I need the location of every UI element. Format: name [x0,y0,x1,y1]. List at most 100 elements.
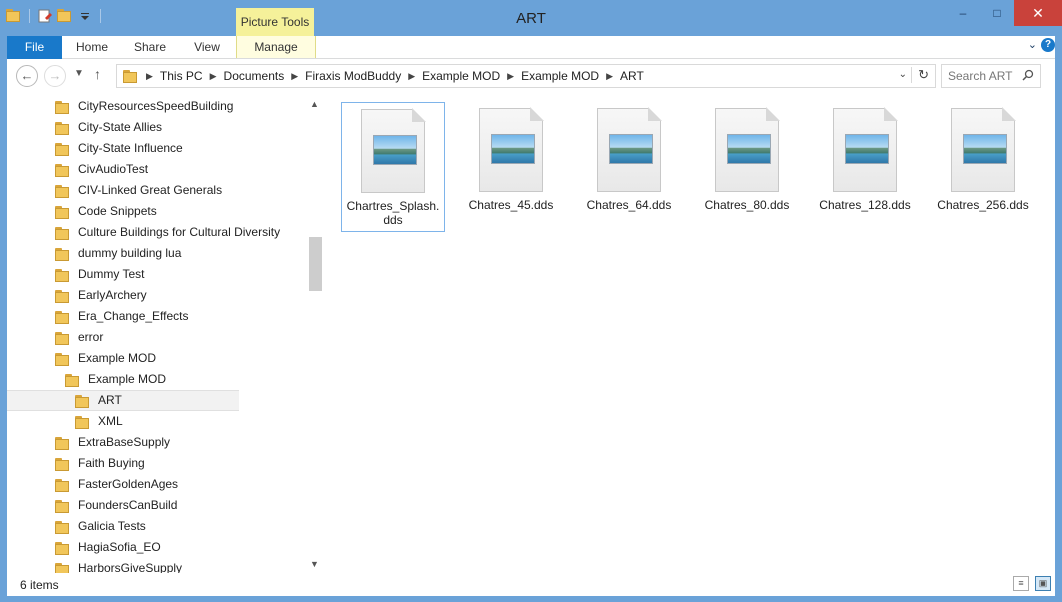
image-file-icon [597,107,662,192]
tree-item[interactable]: Example MOD [7,348,307,369]
refresh-icon[interactable]: ↻ [911,67,929,83]
breadcrumb-item[interactable]: Documents [224,69,285,83]
tree-item-label: Example MOD [78,351,157,365]
up-button[interactable]: ↑ [94,66,101,82]
tree-item[interactable]: City-State Influence [7,138,307,159]
large-icons-view-icon[interactable]: ▣ [1035,576,1051,591]
tree-item[interactable]: dummy building lua [7,243,307,264]
chevron-right-icon[interactable]: ▶ [210,71,217,82]
breadcrumb-item[interactable]: This PC [160,69,203,83]
expand-ribbon-icon[interactable]: ⌄ [1028,38,1037,52]
tree-item[interactable]: Galicia Tests [7,516,307,537]
chevron-right-icon[interactable]: ▶ [146,71,153,82]
back-button[interactable]: ← [16,65,38,87]
breadcrumb: ▶ This PC ▶ Documents ▶ Firaxis ModBuddy… [143,69,648,83]
page-corner [884,107,898,121]
folder-icon [55,121,71,135]
file-item[interactable]: Chartres_Splash.dds [341,102,445,232]
tree-item[interactable]: CityResourcesSpeedBuilding [7,96,307,117]
tree-item[interactable]: HagiaSofia_EO [7,537,307,558]
tree-item-label: Code Snippets [78,204,157,218]
file-item[interactable]: Chatres_256.dds [931,102,1035,232]
maximize-button[interactable]: □ [980,0,1014,26]
image-preview [845,134,889,164]
tree-item[interactable]: CIV-Linked Great Generals [7,180,307,201]
folder-icon [123,69,139,83]
folder-icon [55,163,71,177]
breadcrumb-item[interactable]: Example MOD [521,69,599,83]
search-input[interactable]: Search ART [941,64,1041,88]
tree-item[interactable]: error [7,327,307,348]
forward-button[interactable]: → [44,65,66,87]
minimize-button[interactable]: – [946,0,980,26]
file-item[interactable]: Chatres_64.dds [577,102,681,232]
chevron-right-icon[interactable]: ▶ [291,71,298,82]
tree-item-label: CivAudioTest [78,162,149,176]
view-toggle: ≡ ▣ [1013,576,1051,591]
close-button[interactable]: ✕ [1014,0,1062,26]
folder-icon [55,436,71,450]
window-title: ART [516,10,546,27]
search-placeholder: Search ART [948,69,1013,83]
tab-manage[interactable]: Manage [236,36,316,58]
folder-icon [75,394,91,408]
tree-item[interactable]: FasterGoldenAges [7,474,307,495]
help-icon[interactable]: ? [1041,38,1055,52]
page-corner [1002,107,1016,121]
explorer-window: Picture Tools ART – □ ✕ File Home Share … [0,0,1062,602]
tree-item[interactable]: CivAudioTest [7,159,307,180]
tree-item-label: XML [98,414,123,428]
scrollbar-thumb[interactable] [309,237,322,291]
file-item[interactable]: Chatres_45.dds [459,102,563,232]
tree-item-label: CityResourcesSpeedBuilding [78,99,234,113]
navigation-bar: ← → ▼ ↑ ▶ This PC ▶ Documents ▶ Firaxis … [7,59,1055,95]
recent-locations-icon[interactable]: ▼ [74,68,84,79]
navigation-scrollbar[interactable]: ▲ ▼ [307,95,323,573]
breadcrumb-item[interactable]: ART [620,69,644,83]
file-item[interactable]: Chatres_128.dds [813,102,917,232]
tree-item[interactable]: ART [7,390,239,411]
image-file-icon [361,108,426,193]
tree-item-label: ART [98,393,122,407]
tree-item[interactable]: Code Snippets [7,201,307,222]
folder-icon [75,415,91,429]
chevron-right-icon[interactable]: ▶ [606,71,613,82]
tree-item[interactable]: City-State Allies [7,117,307,138]
image-preview [727,134,771,164]
tab-share[interactable]: Share [129,36,171,58]
breadcrumb-item[interactable]: Example MOD [422,69,500,83]
tree-item-label: Galicia Tests [78,519,146,533]
tree-item[interactable]: Culture Buildings for Cultural Diversity [7,222,307,243]
address-bar[interactable]: ▶ This PC ▶ Documents ▶ Firaxis ModBuddy… [116,64,936,88]
file-name: Chatres_128.dds [819,198,911,212]
scroll-down-icon[interactable]: ▼ [310,559,319,569]
tree-item[interactable]: Example MOD [7,369,307,390]
tab-home[interactable]: Home [71,36,113,58]
chevron-right-icon[interactable]: ▶ [507,71,514,82]
tree-item[interactable]: EarlyArchery [7,285,307,306]
image-preview [963,134,1007,164]
tree-item[interactable]: Era_Change_Effects [7,306,307,327]
folder-icon [55,331,71,345]
tree-item-label: CIV-Linked Great Generals [78,183,223,197]
tab-view[interactable]: View [187,36,227,58]
tree-item[interactable]: HarborsGiveSupply [7,558,307,573]
folder-icon [55,142,71,156]
tree-item[interactable]: Dummy Test [7,264,307,285]
breadcrumb-item[interactable]: Firaxis ModBuddy [305,69,401,83]
tree-item-label: Culture Buildings for Cultural Diversity [78,225,281,239]
tree-item[interactable]: Faith Buying [7,453,307,474]
file-item[interactable]: Chatres_80.dds [695,102,799,232]
chevron-right-icon[interactable]: ▶ [408,71,415,82]
tree-item[interactable]: FoundersCanBuild [7,495,307,516]
details-view-icon[interactable]: ≡ [1013,576,1029,591]
folder-icon [55,499,71,513]
tree-item[interactable]: XML [7,411,307,432]
folder-icon [55,100,71,114]
scroll-up-icon[interactable]: ▲ [310,99,319,109]
folder-icon [55,352,71,366]
tree-item[interactable]: ExtraBaseSupply [7,432,307,453]
item-count: 6 items [20,578,59,592]
image-file-icon [479,107,544,192]
chevron-down-icon[interactable]: ⌄ [899,69,907,80]
